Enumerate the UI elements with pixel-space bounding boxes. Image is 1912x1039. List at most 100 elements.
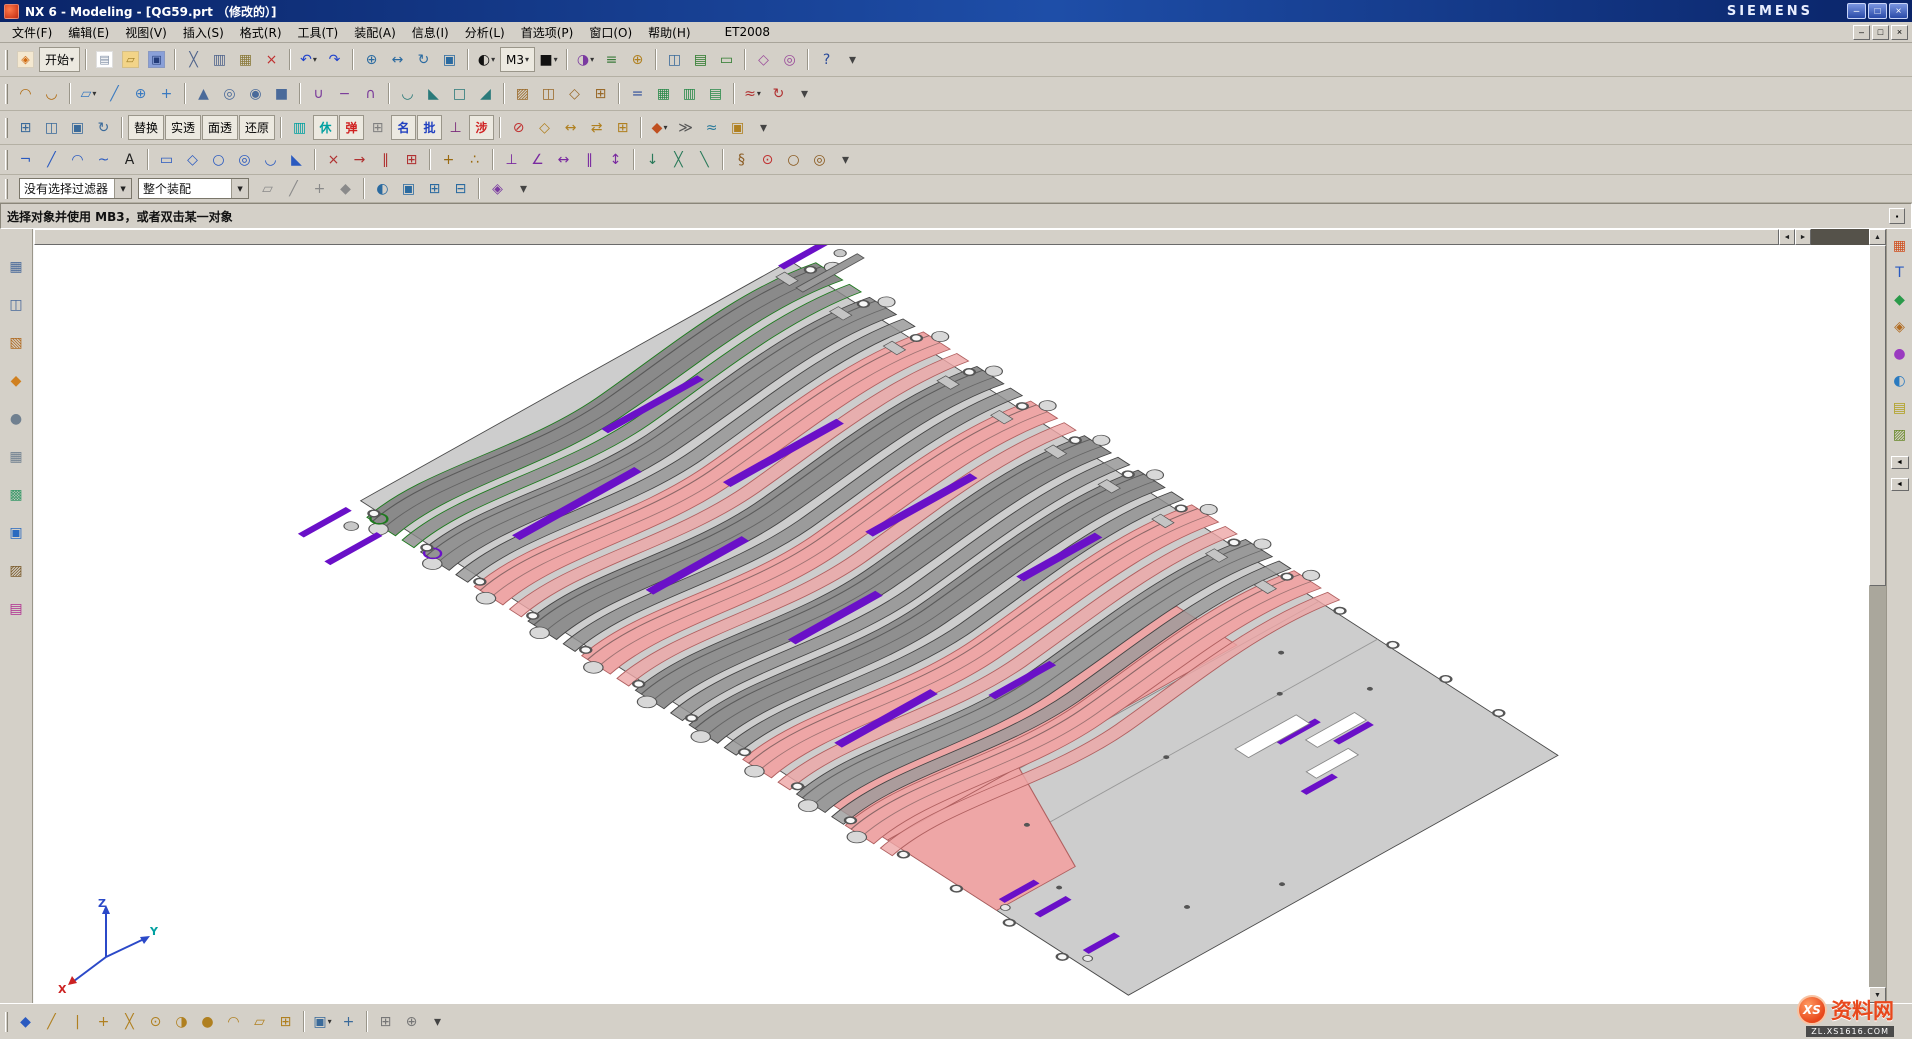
open-button[interactable]: ▱ (118, 47, 143, 72)
assembly-constraint-button[interactable]: ◇ (532, 115, 557, 140)
window-split-button[interactable]: ◫ (39, 115, 64, 140)
snap-point-toggle-button[interactable]: ◆ (13, 1009, 38, 1034)
model-strip-layout[interactable] (34, 245, 1869, 1002)
section-view-button[interactable]: ▥ (287, 115, 312, 140)
row1-more-dropdown[interactable]: ▾ (840, 47, 865, 72)
datum-plane-dropdown[interactable]: ▱▾ (76, 81, 101, 106)
orientation-icon[interactable]: ▧ (4, 331, 28, 355)
project-curve-button[interactable]: ↓ (640, 147, 665, 172)
highlight-selection-button[interactable]: ◐ (370, 176, 395, 201)
menu-assemblies[interactable]: 装配(A) (346, 23, 404, 42)
part-families-button[interactable]: ▥ (677, 81, 702, 106)
face-translucent-button[interactable]: 面透 (202, 115, 238, 140)
menu-view[interactable]: 视图(V) (117, 23, 175, 42)
sketch-chamfer-button[interactable]: ◣ (284, 147, 309, 172)
toolbar-drag-handle[interactable] (5, 84, 8, 104)
menu-help[interactable]: 帮助(H) (640, 23, 698, 42)
menu-format[interactable]: 格式(R) (232, 23, 290, 42)
wcs-dynamics-button[interactable]: ⊕ (399, 1009, 424, 1034)
vertex-filter-button[interactable]: + (307, 176, 332, 201)
control-point-snap-button[interactable]: + (91, 1009, 116, 1034)
profile-button[interactable]: ¬ (13, 147, 38, 172)
assembly-navigator-tab[interactable]: ▦ (1888, 234, 1912, 258)
spring-char-button[interactable]: 弹 (339, 115, 364, 140)
row4-more-dropdown[interactable]: ▾ (833, 147, 858, 172)
body-filter-button[interactable]: ◆ (333, 176, 358, 201)
exploded-views-dropdown[interactable]: ◆▾ (647, 115, 672, 140)
redo-button[interactable]: ↷ (322, 47, 347, 72)
bottom-more-dropdown[interactable]: ▾ (425, 1009, 450, 1034)
batch-char-button[interactable]: 批 (417, 115, 442, 140)
menu-preferences[interactable]: 首选项(P) (513, 23, 582, 42)
show-constraints-button[interactable]: ∥ (577, 147, 602, 172)
scroll-up-button[interactable]: ▲ (1869, 229, 1886, 245)
boundary-button[interactable]: ▭ (714, 47, 739, 72)
deselect-all-button[interactable]: ⊟ (448, 176, 473, 201)
quick-extend-button[interactable]: → (347, 147, 372, 172)
pattern-curve-button[interactable]: ⊞ (399, 147, 424, 172)
close-button[interactable]: × (1889, 3, 1908, 19)
menu-information[interactable]: 信息(I) (404, 23, 457, 42)
window-layout-icon[interactable]: ◫ (4, 293, 28, 317)
derived-lines-button[interactable]: ╲ (692, 147, 717, 172)
horizontal-scrollbar[interactable]: ◄ ► (34, 229, 1869, 245)
move-component-button[interactable]: ↔ (558, 115, 583, 140)
circle-concentric-button[interactable]: ◎ (807, 147, 832, 172)
toolbar-drag-handle[interactable] (5, 118, 8, 138)
menu-et2008[interactable]: ET2008 (717, 24, 778, 40)
ellipse-button[interactable]: ◎ (232, 147, 257, 172)
corner-rectangle-button[interactable]: ▭ (154, 147, 179, 172)
extrude-button[interactable]: ▲ (191, 81, 216, 106)
snapshot-button[interactable]: ◎ (777, 47, 802, 72)
part-navigator-tab[interactable]: ◆ (1888, 288, 1912, 312)
circle-three-point-button[interactable]: ○ (781, 147, 806, 172)
helix-button[interactable]: § (729, 147, 754, 172)
grid-display-toggle[interactable]: ⊞ (373, 1009, 398, 1034)
child-close-button[interactable]: × (1891, 25, 1908, 40)
horizontal-scrollbar-thumb[interactable] (34, 229, 1779, 245)
line-button[interactable]: ╱ (39, 147, 64, 172)
name-char-button[interactable]: 名 (391, 115, 416, 140)
menu-edit[interactable]: 编辑(E) (60, 23, 117, 42)
auto-constrain-button[interactable]: ∠ (525, 147, 550, 172)
sketch-point-button[interactable]: + (436, 147, 461, 172)
intersection-curve-button[interactable]: ╳ (666, 147, 691, 172)
mirror-feature-button[interactable]: ◇ (562, 81, 587, 106)
point-on-face-snap-button[interactable]: ▱ (247, 1009, 272, 1034)
split-body-button[interactable]: ◫ (536, 81, 561, 106)
history-palette-tab[interactable]: ▤ (1888, 396, 1912, 420)
system-materials-tab[interactable]: ▨ (1888, 423, 1912, 447)
pan-button[interactable]: ↔ (385, 47, 410, 72)
circle-button[interactable]: ○ (206, 147, 231, 172)
geometric-constraints-button[interactable]: ⊥ (499, 147, 524, 172)
quick-trim-button[interactable]: × (321, 147, 346, 172)
spreadsheet-table-button[interactable]: ▦ (651, 81, 676, 106)
rendering-icon[interactable]: ◆ (4, 369, 28, 393)
menu-tools[interactable]: 工具(T) (290, 23, 347, 42)
selection-more-dropdown[interactable]: ▾ (511, 176, 536, 201)
circle-center-button[interactable]: ⊙ (755, 147, 780, 172)
model-views-button[interactable]: ▤ (703, 81, 728, 106)
chevron-down-icon[interactable]: ▼ (231, 179, 248, 198)
prompt-options-button[interactable]: ▪ (1889, 208, 1905, 224)
selection-scope-combo[interactable]: 整个装配 ▼ (138, 178, 249, 199)
replace-view-button[interactable]: 替换 (128, 115, 164, 140)
synchronous-modeling-dropdown[interactable]: ≈▾ (740, 81, 765, 106)
arc-center-snap-button[interactable]: ⊙ (143, 1009, 168, 1034)
hd3d-tools-tab[interactable]: ● (1888, 342, 1912, 366)
pattern-feature-button[interactable]: ⊞ (588, 81, 613, 106)
material-icon[interactable]: ▨ (4, 559, 28, 583)
help-button[interactable]: ? (814, 47, 839, 72)
sketch-fillet-button[interactable]: ◡ (258, 147, 283, 172)
spline-button[interactable]: ~ (91, 147, 116, 172)
point-on-curve-snap-button[interactable]: ◠ (221, 1009, 246, 1034)
fit-view-button[interactable]: ▣ (437, 47, 462, 72)
inferred-dimensions-button[interactable]: ↔ (551, 147, 576, 172)
replace-component-button[interactable]: ⇄ (584, 115, 609, 140)
chamfer-button[interactable]: ◣ (421, 81, 446, 106)
row2-more-dropdown[interactable]: ▾ (792, 81, 817, 106)
toolbar-drag-handle[interactable] (5, 179, 8, 199)
menu-insert[interactable]: 插入(S) (175, 23, 232, 42)
row3-more-dropdown[interactable]: ▾ (751, 115, 776, 140)
selection-filter-combo[interactable]: 没有选择过滤器 ▼ (19, 178, 132, 199)
